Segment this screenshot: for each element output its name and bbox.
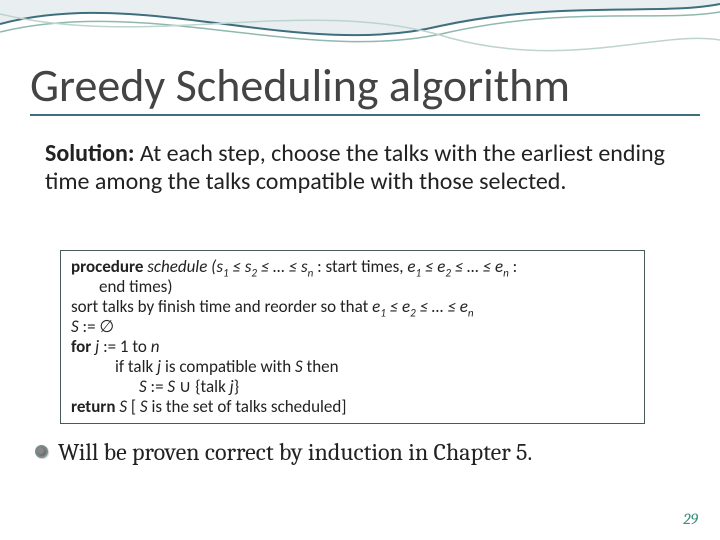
bullet-item: Will be proven correct by induction in C… — [35, 438, 680, 466]
pseudocode-box: procedure schedule (s1 ≤ s2 ≤ … ≤ sn : s… — [60, 250, 645, 424]
code-line-proc: procedure schedule (s1 ≤ s2 ≤ … ≤ sn : s… — [71, 257, 636, 277]
code-line-for: for j := 1 to n — [71, 337, 636, 357]
code-line-return: return S [ S is the set of talks schedul… — [71, 397, 636, 417]
end-label-head: : — [509, 256, 517, 277]
slide-title: Greedy Scheduling algorithm — [30, 62, 690, 110]
args-s: s1 ≤ s2 ≤ … ≤ sn — [216, 256, 313, 277]
bullet-icon — [35, 445, 48, 458]
code-line-if: if talk j is compatible with S then — [71, 357, 636, 377]
slide: Greedy Scheduling algorithm Solution: At… — [0, 0, 720, 540]
code-line-sort: sort talks by finish time and reorder so… — [71, 297, 636, 317]
code-line-endtimes: end times) — [71, 277, 636, 297]
kw-for: for — [71, 336, 95, 357]
sort-text: sort talks by finish time and reorder so… — [71, 296, 372, 317]
solution-text: At each step, choose the talks with the … — [45, 139, 665, 196]
code-line-init: S := ∅ — [71, 317, 636, 337]
proc-name: schedule ( — [143, 256, 216, 277]
return-rest: S [ S is the set of talks scheduled] — [115, 396, 346, 417]
title-underline — [30, 114, 700, 116]
args-e: e1 ≤ e2 ≤ … ≤ en — [407, 256, 508, 277]
kw-procedure: procedure — [71, 256, 143, 277]
start-label: : start times, — [313, 256, 407, 277]
page-number: 29 — [683, 510, 698, 528]
for-body: j — [95, 336, 99, 357]
solution-paragraph: Solution: At each step, choose the talks… — [45, 140, 680, 195]
sort-cond: e1 ≤ e2 ≤ … ≤ en — [372, 296, 473, 317]
kw-return: return — [71, 396, 115, 417]
title-text: Greedy Scheduling algorithm — [30, 58, 570, 114]
code-line-assign: S := S ∪ {talk j} — [71, 377, 636, 397]
bullet-text: Will be proven correct by induction in C… — [58, 438, 532, 466]
solution-label: Solution: — [45, 139, 134, 168]
